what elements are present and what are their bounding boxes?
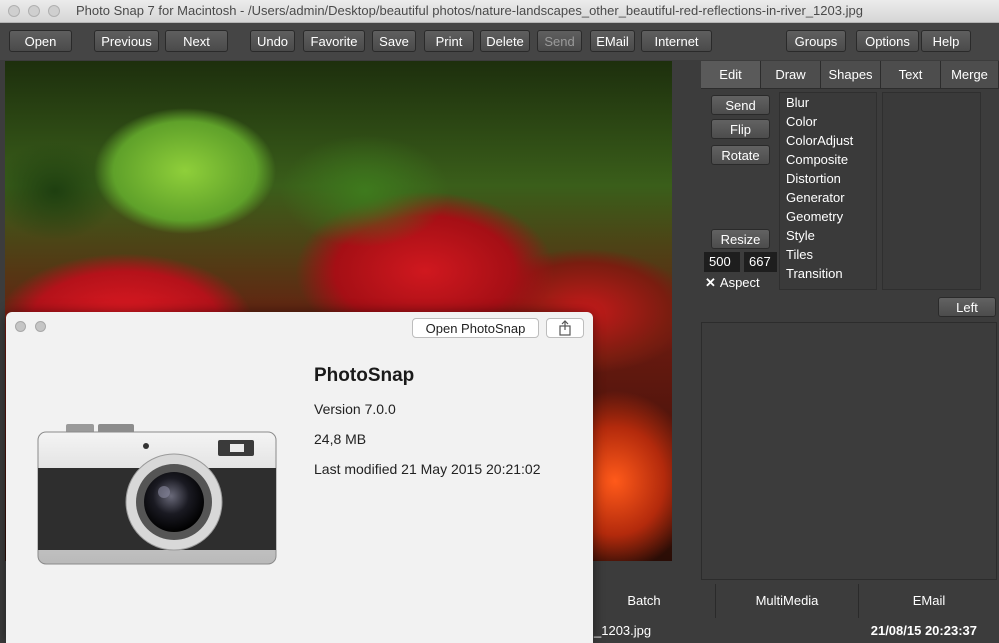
filter-item-color[interactable]: Color [786, 114, 817, 129]
status-timestamp: 21/08/15 20:23:37 [870, 623, 977, 638]
tab-email[interactable]: EMail [858, 584, 999, 618]
filter-item-geometry[interactable]: Geometry [786, 209, 843, 224]
tab-edit[interactable]: Edit [701, 61, 761, 89]
dialog-close-button[interactable] [15, 321, 26, 332]
open-photosnap-button[interactable]: Open PhotoSnap [412, 318, 539, 338]
thumbnail-panel [701, 322, 997, 580]
app-name: PhotoSnap [314, 365, 415, 386]
aspect-check-icon: ✕ [705, 275, 716, 290]
open-button[interactable]: Open [9, 30, 72, 52]
zoom-window-button[interactable] [48, 5, 60, 17]
filter-item-distortion[interactable]: Distortion [786, 171, 841, 186]
undo-button[interactable]: Undo [250, 30, 295, 52]
window-titlebar: Photo Snap 7 for Macintosh - /Users/admi… [0, 0, 999, 23]
width-field[interactable]: 500 [704, 252, 740, 272]
app-size: 24,8 MB [314, 431, 367, 447]
app-last-modified: Last modified 21 May 2015 20:21:02 [314, 461, 541, 477]
height-field[interactable]: 667 [744, 252, 777, 272]
dialog-minimize-button[interactable] [35, 321, 46, 332]
filter-item-coloradjust[interactable]: ColorAdjust [786, 133, 853, 148]
print-button[interactable]: Print [424, 30, 474, 52]
filter-item-generator[interactable]: Generator [786, 190, 845, 205]
rotate-button[interactable]: Rotate [711, 145, 770, 165]
panel-send-button[interactable]: Send [711, 95, 770, 115]
share-button[interactable] [546, 318, 584, 338]
panel-tabs: Edit Draw Shapes Text Merge [701, 61, 999, 89]
groups-button[interactable]: Groups [786, 30, 846, 52]
tab-shapes[interactable]: Shapes [821, 61, 881, 89]
status-filename: _1203.jpg [594, 623, 652, 638]
filter-options-list[interactable] [882, 92, 981, 290]
left-button[interactable]: Left [938, 297, 996, 317]
share-icon [559, 320, 571, 336]
tab-batch[interactable]: Batch [572, 584, 715, 618]
help-button[interactable]: Help [921, 30, 971, 52]
filter-item-tiles[interactable]: Tiles [786, 247, 813, 262]
aspect-checkbox[interactable]: ✕ Aspect [705, 275, 760, 291]
favorite-button[interactable]: Favorite [303, 30, 365, 52]
tab-draw[interactable]: Draw [761, 61, 821, 89]
tab-multimedia[interactable]: MultiMedia [715, 584, 858, 618]
options-button[interactable]: Options [856, 30, 919, 52]
resize-button[interactable]: Resize [711, 229, 770, 249]
filter-item-transition[interactable]: Transition [786, 266, 843, 281]
tab-text[interactable]: Text [881, 61, 941, 89]
main-toolbar: Open Previous Next Undo Favorite Save Pr… [0, 23, 999, 60]
email-button[interactable]: EMail [590, 30, 635, 52]
camera-icon [37, 424, 277, 565]
delete-button[interactable]: Delete [480, 30, 530, 52]
minimize-window-button[interactable] [28, 5, 40, 17]
aspect-label: Aspect [719, 275, 760, 290]
internet-button[interactable]: Internet [641, 30, 712, 52]
close-window-button[interactable] [8, 5, 20, 17]
send-button[interactable]: Send [537, 30, 582, 52]
about-dialog: Open PhotoSnap PhotoSnap Version 7.0.0 2… [6, 312, 593, 643]
filter-item-composite[interactable]: Composite [786, 152, 848, 167]
app-version: Version 7.0.0 [314, 401, 396, 417]
tab-merge[interactable]: Merge [941, 61, 999, 89]
filter-list: Blur Color ColorAdjust Composite Distort… [779, 92, 877, 290]
filter-item-style[interactable]: Style [786, 228, 815, 243]
next-button[interactable]: Next [165, 30, 228, 52]
flip-button[interactable]: Flip [711, 119, 770, 139]
filter-item-blur[interactable]: Blur [786, 95, 809, 110]
window-title: Photo Snap 7 for Macintosh - /Users/admi… [76, 3, 863, 18]
save-button[interactable]: Save [372, 30, 416, 52]
previous-button[interactable]: Previous [94, 30, 159, 52]
